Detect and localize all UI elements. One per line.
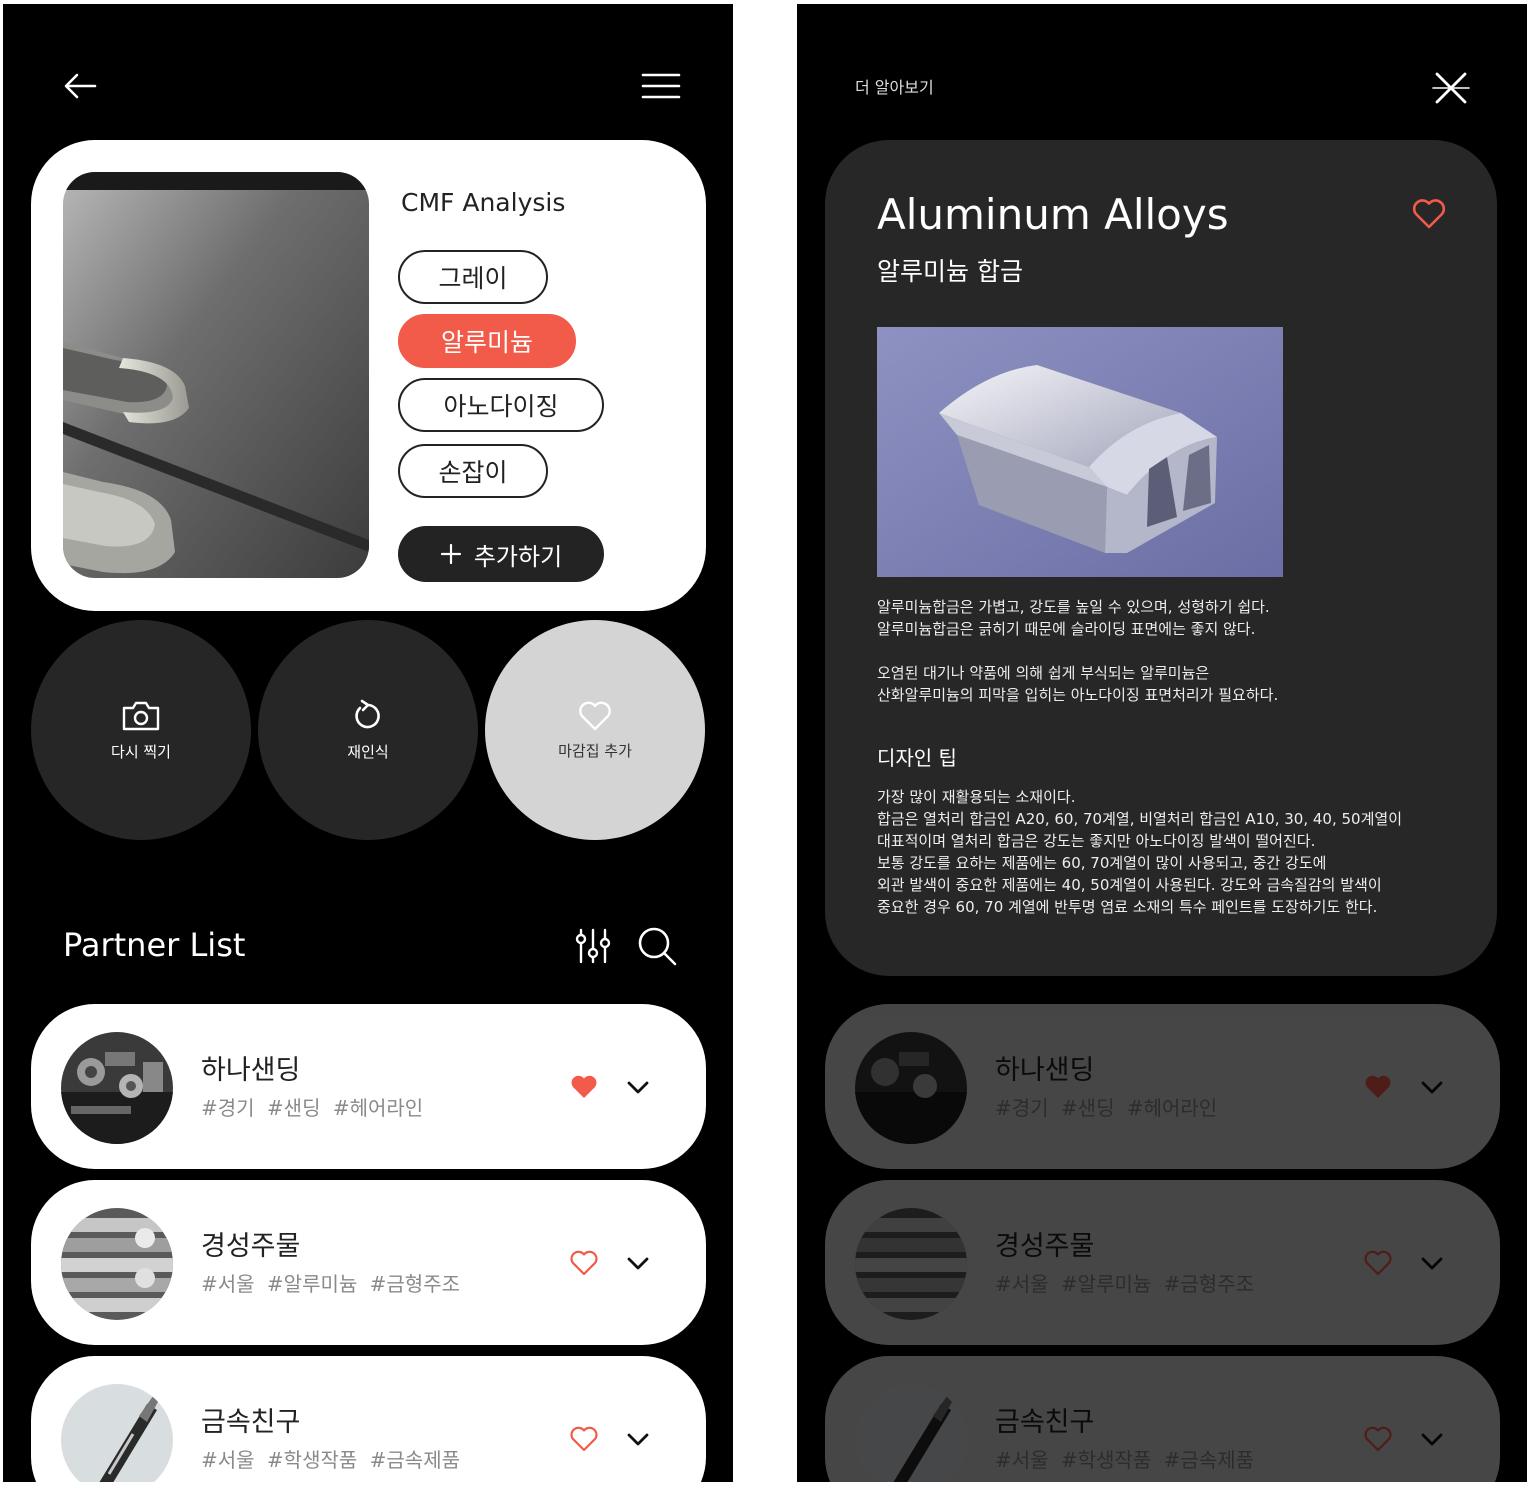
partner-thumbnail (61, 1208, 173, 1320)
partner-thumbnail (855, 1208, 967, 1320)
partner-thumbnail (855, 1032, 967, 1144)
heart-outline-icon[interactable] (569, 1424, 599, 1454)
cmf-title: CMF Analysis (401, 188, 566, 217)
partner-name: 하나샌딩 (201, 1055, 301, 1086)
partner-row: 하나샌딩 #경기 #샌딩 #헤어라인 (825, 1004, 1500, 1169)
partner-name: 하나샌딩 (995, 1055, 1095, 1086)
heart-outline-icon (1364, 1250, 1392, 1276)
chevron-down-icon (1421, 1257, 1443, 1270)
partner-thumbnail (61, 1384, 173, 1482)
rescan-label: 재인식 (347, 742, 389, 761)
filter-sliders-icon[interactable] (573, 926, 613, 966)
partner-thumbnail (855, 1384, 967, 1482)
rescan-button[interactable]: 재인식 (258, 620, 478, 840)
chevron-down-icon[interactable] (623, 1072, 653, 1102)
partner-thumbnail (61, 1032, 173, 1144)
retake-label: 다시 찍기 (111, 742, 171, 761)
tag-chip-gray[interactable]: 그레이 (398, 250, 548, 304)
detail-screen: 더 알아보기 Aluminum Alloys 알루미늄 합금 알루미늄합금은 가… (797, 4, 1527, 1482)
tag-chip-aluminum[interactable]: 알루미늄 (398, 314, 576, 368)
camera-icon (122, 701, 160, 730)
heart-filled-icon (1365, 1075, 1391, 1098)
chevron-down-icon (1421, 1081, 1443, 1094)
partner-row[interactable]: 금속친구 #서울 #학생작품 #금속제품 (31, 1356, 706, 1482)
analysis-screen: CMF Analysis 그레이 알루미늄 아노다이징 손잡이 추가하기 다시 … (3, 4, 733, 1482)
partner-tags: #서울 #학생작품 #금속제품 (201, 1448, 460, 1472)
partner-row: 금속친구 #서울 #학생작품 #금속제품 (825, 1356, 1500, 1482)
partner-name: 금속친구 (995, 1407, 1095, 1438)
add-tag-label: 추가하기 (473, 542, 563, 571)
heart-filled-icon[interactable] (569, 1072, 599, 1102)
chevron-down-icon[interactable] (623, 1424, 653, 1454)
heart-outline-icon[interactable] (569, 1248, 599, 1278)
partner-tags: #서울 #학생작품 #금속제품 (995, 1448, 1254, 1472)
add-tag-button[interactable]: 추가하기 (398, 526, 604, 582)
partner-row[interactable]: 하나샌딩 #경기 #샌딩 #헤어라인 (31, 1004, 706, 1169)
partner-list-title: Partner List (63, 926, 246, 964)
tag-chip-handle[interactable]: 손잡이 (398, 444, 548, 498)
partner-tags: #서울 #알루미늄 #금형주조 (995, 1272, 1254, 1296)
cmf-analysis-card: CMF Analysis 그레이 알루미늄 아노다이징 손잡이 추가하기 (31, 140, 706, 611)
back-arrow-icon[interactable] (61, 66, 101, 106)
chevron-down-icon (1421, 1433, 1443, 1446)
partner-name: 경성주물 (995, 1231, 1095, 1262)
partner-row[interactable]: 경성주물 #서울 #알루미늄 #금형주조 (31, 1180, 706, 1345)
partner-tags: #서울 #알루미늄 #금형주조 (201, 1272, 460, 1296)
dimmed-partner-list: 하나샌딩 #경기 #샌딩 #헤어라인 경성주물 #서울 #알루미늄 #금형주조 … (797, 4, 1527, 1482)
add-finish-book-button[interactable]: 마감집 추가 (485, 620, 705, 840)
add-finish-book-label: 마감집 추가 (558, 741, 632, 760)
search-icon[interactable] (635, 924, 679, 968)
partner-row: 경성주물 #서울 #알루미늄 #금형주조 (825, 1180, 1500, 1345)
heart-outline-icon (1364, 1426, 1392, 1452)
partner-name: 금속친구 (201, 1407, 301, 1438)
heart-outline-icon (579, 701, 611, 730)
chevron-down-icon[interactable] (623, 1248, 653, 1278)
refresh-icon (355, 699, 380, 728)
captured-photo (63, 172, 369, 578)
partner-tags: #경기 #샌딩 #헤어라인 (201, 1096, 424, 1120)
partner-tags: #경기 #샌딩 #헤어라인 (995, 1096, 1218, 1120)
menu-icon[interactable] (639, 68, 683, 104)
plus-icon (440, 543, 461, 565)
tag-chip-anodizing[interactable]: 아노다이징 (398, 378, 604, 432)
retake-button[interactable]: 다시 찍기 (31, 620, 251, 840)
partner-name: 경성주물 (201, 1231, 301, 1262)
